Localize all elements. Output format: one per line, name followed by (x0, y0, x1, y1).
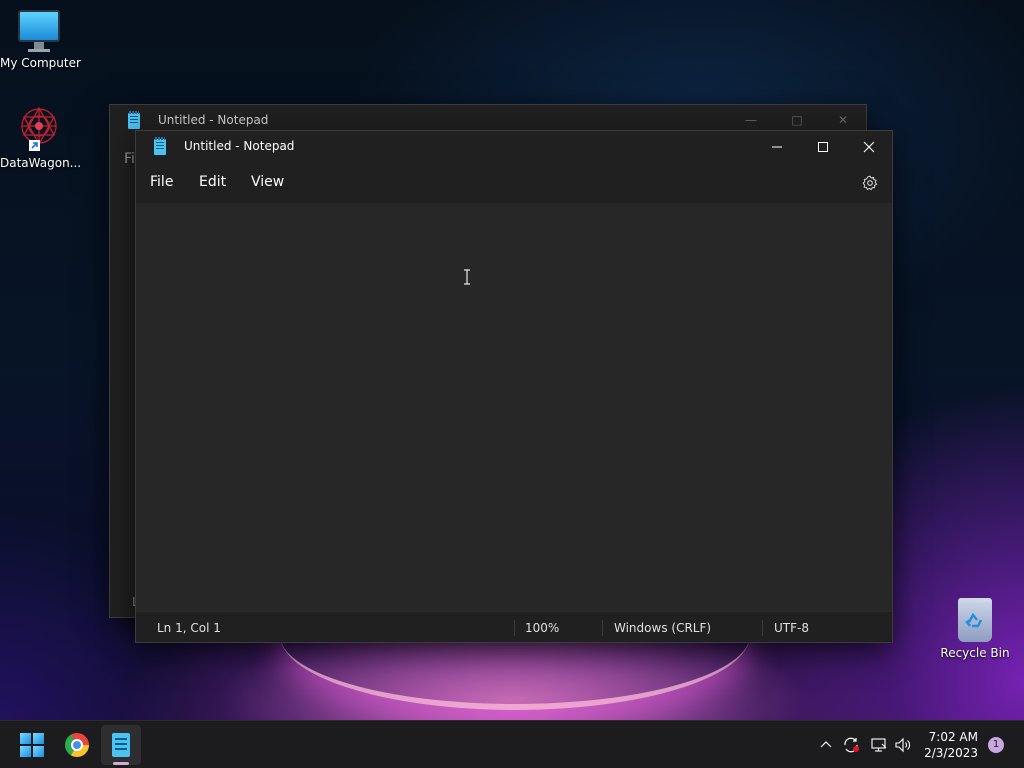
notepad-icon (154, 137, 166, 155)
desktop-icon-label: Recycle Bin (940, 646, 1010, 660)
recycle-bin-icon (958, 598, 992, 642)
close-button[interactable] (846, 131, 892, 163)
taskbar: 7:02 AM 2/3/2023 1 (0, 720, 1024, 768)
desktop-icon-label: DataWagon... (0, 156, 82, 170)
clock-date: 2/3/2023 (924, 746, 978, 760)
desktop-icon-my-computer[interactable]: My Computer (0, 10, 81, 70)
start-button[interactable] (12, 725, 52, 765)
network-icon (871, 738, 887, 752)
show-hidden-icons-button[interactable] (816, 735, 836, 755)
window-title: Untitled - Notepad (184, 139, 295, 153)
menu-item-file-partial[interactable]: Fi (124, 151, 135, 167)
monitor-icon (18, 10, 60, 49)
sync-icon (844, 737, 859, 753)
text-editor[interactable] (136, 203, 892, 611)
desktop-icon-datawagon[interactable]: DataWagon... (0, 104, 82, 170)
maximize-icon (818, 142, 828, 152)
close-icon (863, 141, 875, 153)
status-bar: Ln 1, Col 1 100% Windows (CRLF) UTF-8 (136, 611, 892, 642)
status-encoding: UTF-8 (774, 621, 809, 635)
menu-item-edit[interactable]: Edit (199, 174, 226, 190)
menu-item-file[interactable]: File (150, 174, 173, 190)
maximize-button[interactable] (800, 131, 846, 163)
notepad-icon (112, 733, 130, 757)
status-zoom: 100% (525, 621, 560, 635)
datawagon-icon (15, 104, 63, 152)
chrome-icon (65, 733, 89, 757)
menu-bar: File Edit View (136, 163, 892, 203)
chevron-up-icon (820, 741, 832, 748)
title-bar[interactable]: Untitled - Notepad (136, 131, 892, 163)
clock-time: 7:02 AM (928, 730, 978, 744)
minimize-icon (772, 146, 782, 148)
minimize-button[interactable] (754, 131, 800, 163)
notification-badge[interactable]: 1 (988, 737, 1004, 753)
text-cursor-icon (464, 269, 470, 285)
clock-button[interactable]: 7:02 AM 2/3/2023 (924, 729, 978, 761)
gear-icon (862, 175, 878, 191)
active-app-indicator (113, 762, 129, 765)
taskbar-chrome[interactable] (57, 725, 97, 765)
speaker-icon (895, 737, 910, 753)
desktop-icon-label: My Computer (0, 56, 81, 70)
desktop-icon-recycle-bin[interactable]: Recycle Bin (936, 598, 1014, 660)
network-button[interactable] (869, 735, 889, 755)
notepad-window[interactable]: Untitled - Notepad File Edit View Ln 1, … (135, 130, 893, 643)
volume-button[interactable] (893, 735, 913, 755)
settings-button[interactable] (862, 175, 878, 191)
window-title: Untitled - Notepad (158, 113, 269, 127)
status-line-ending: Windows (CRLF) (614, 621, 712, 635)
menu-item-view[interactable]: View (251, 174, 284, 190)
sync-status-button[interactable] (841, 735, 861, 755)
windows-logo-icon (20, 733, 44, 757)
notepad-icon (128, 111, 140, 129)
taskbar-notepad[interactable] (101, 725, 141, 765)
status-cursor-position: Ln 1, Col 1 (157, 621, 221, 635)
